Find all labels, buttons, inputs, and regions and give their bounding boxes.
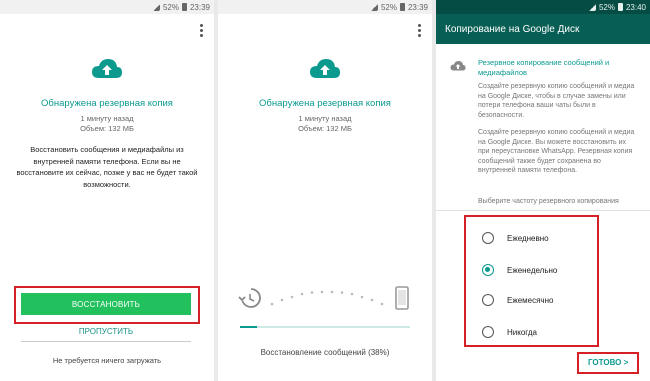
progress-screen: 52% 23:39 Обнаружена резервная копия 1 м…	[218, 0, 432, 381]
frequency-prompt: Выберите частоту резервного копирования	[478, 198, 619, 205]
option-never[interactable]: Никогда	[482, 324, 537, 340]
progress-fill	[240, 326, 257, 328]
signal-icon	[370, 3, 378, 11]
option-monthly[interactable]: Ежемесячно	[482, 292, 553, 308]
option-label: Еженедельно	[507, 265, 558, 275]
details-paragraph: Создайте резервную копию сообщений и мед…	[478, 129, 635, 174]
backup-age: 1 минуту назад	[80, 114, 134, 123]
transfer-dots	[270, 290, 384, 306]
clock: 23:40	[625, 2, 646, 12]
done-button[interactable]: ГОТОВО >	[588, 358, 628, 367]
restore-screen: 52% 23:39 Обнаружена резервная копия 1 м…	[0, 0, 214, 381]
clock: 23:39	[189, 2, 210, 12]
option-weekly[interactable]: Еженедельно	[482, 262, 557, 278]
status-bar: 52% 23:39	[0, 0, 214, 14]
screen-header: Копирование на Google Диск	[436, 14, 650, 44]
radio-button[interactable]	[482, 294, 494, 306]
option-label: Ежемесячно	[507, 295, 554, 305]
more-vert-icon[interactable]	[200, 24, 204, 37]
restore-button[interactable]: ВОССТАНОВИТЬ	[21, 293, 191, 315]
sync-animation	[238, 286, 412, 310]
radio-button[interactable]	[482, 326, 494, 338]
footer-note: Не требуется ничего загружать	[52, 356, 162, 365]
battery-icon	[181, 3, 187, 11]
backup-size: Объем: 132 МБ	[298, 124, 352, 133]
status-bar: 52% 23:39	[218, 0, 432, 14]
radio-button[interactable]	[482, 232, 494, 244]
phone-icon	[395, 286, 409, 310]
option-daily[interactable]: Ежедневно	[482, 230, 549, 246]
backup-found-title: Обнаружена резервная копия	[41, 98, 173, 109]
signal-icon	[588, 3, 596, 11]
battery-icon	[399, 3, 405, 11]
backup-age: 1 минуту назад	[298, 114, 352, 123]
battery-percent: 52%	[162, 2, 179, 12]
cloud-upload-icon	[310, 59, 340, 78]
radio-button-selected[interactable]	[482, 264, 494, 276]
progress-label: Восстановление сообщений (38%)	[260, 348, 390, 357]
option-label: Никогда	[507, 327, 537, 337]
backup-size: Объем: 132 МБ	[80, 124, 134, 133]
section-title: Резервное копирование сообщений и медиаф…	[478, 58, 610, 77]
cloud-upload-icon	[92, 59, 122, 78]
skip-button[interactable]: ПРОПУСТИТЬ	[21, 322, 191, 342]
divider-line	[436, 210, 650, 211]
progress-bar	[240, 326, 410, 328]
status-bar: 52% 23:40	[436, 0, 650, 14]
battery-percent: 52%	[598, 2, 615, 12]
gdrive-backup-screen: 52% 23:40 Копирование на Google Диск Рез…	[436, 0, 650, 381]
battery-icon	[617, 3, 623, 11]
signal-icon	[152, 3, 160, 11]
history-icon	[238, 288, 261, 308]
option-label: Ежедневно	[507, 233, 549, 243]
clock: 23:39	[407, 2, 428, 12]
intro-paragraph: Создайте резервную копию сообщений и мед…	[478, 83, 635, 119]
more-vert-icon[interactable]	[418, 24, 422, 37]
battery-percent: 52%	[380, 2, 397, 12]
backup-found-title: Обнаружена резервная копия	[259, 98, 391, 109]
restore-description: Восстановить сообщения и медиафайлы из в…	[16, 145, 198, 189]
cloud-upload-icon	[450, 61, 466, 71]
